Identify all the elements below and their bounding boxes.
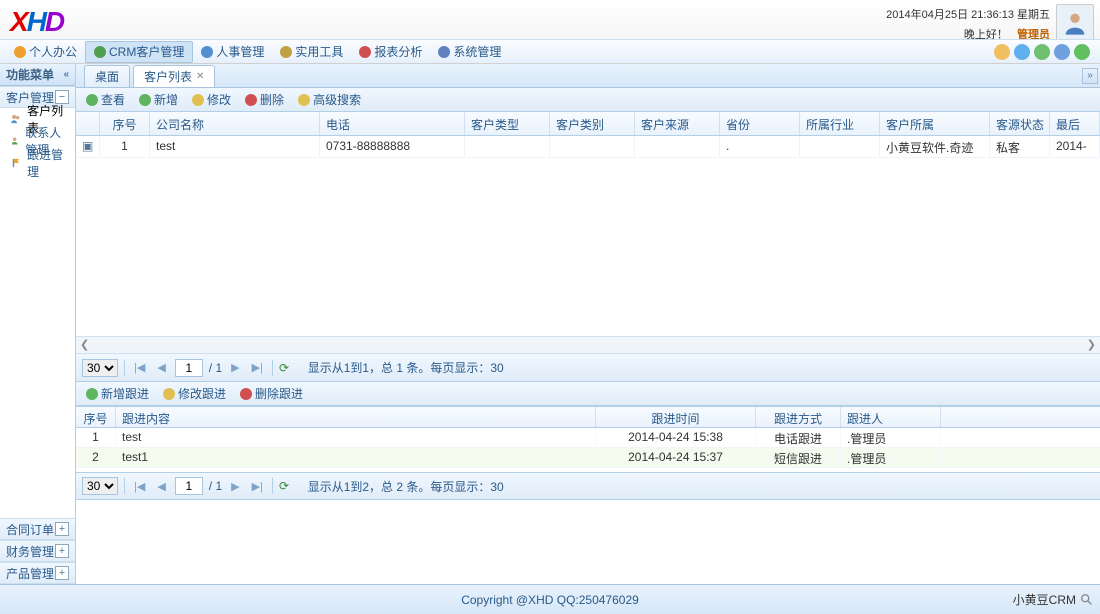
header-datetime: 2014年04月25日 21:36:13 星期五 [886,6,1050,22]
menu-hr[interactable]: 人事管理 [193,41,272,63]
next-page-button[interactable]: ▶ [228,480,242,493]
menubar: 个人办公 CRM客户管理 人事管理 实用工具 报表分析 系统管理 [0,39,1100,63]
accordion-finance[interactable]: 财务管理 + [0,540,75,562]
copyright: Copyright @XHD QQ:250476029 [461,593,639,607]
menu-report[interactable]: 报表分析 [351,41,430,63]
table-row[interactable]: 1 test 2014-04-24 15:38 电话跟进 .管理员 [76,428,1100,448]
accordion-contracts[interactable]: 合同订单 + [0,518,75,540]
plus-icon: + [55,544,69,558]
customer-grid: 序号 公司名称 电话 客户类型 客户类别 客户来源 省份 所属行业 客户所属 客… [76,112,1100,354]
add-button[interactable]: 新增 [133,89,184,110]
add-followup-button[interactable]: 新增跟进 [80,383,155,404]
pager-summary: 显示从1到1，总 1 条。每页显示：30 [308,359,504,376]
page-size-select[interactable]: 30 [82,477,118,495]
delete-followup-button[interactable]: 删除跟进 [234,383,309,404]
exit-icon[interactable] [1074,44,1090,60]
customer-grid-header: 序号 公司名称 电话 客户类型 客户类别 客户来源 省份 所属行业 客户所属 客… [76,112,1100,136]
plus-icon: + [55,522,69,536]
help-icon[interactable] [1034,44,1050,60]
expand-icon[interactable]: ▣ [76,136,100,157]
footer: Copyright @XHD QQ:250476029 小黄豆CRM [0,584,1100,614]
user-icon [10,134,19,148]
refresh-icon[interactable]: ⟳ [279,361,289,375]
accordion-products[interactable]: 产品管理 + [0,562,75,584]
prev-page-button[interactable]: ◀ [154,361,168,374]
next-page-button[interactable]: ▶ [228,361,242,374]
header-info: 2014年04月25日 21:36:13 星期五 晚上好！ 管理员 [886,6,1050,42]
followup-grid: 序号 跟进内容 跟进时间 跟进方式 跟进人 1 test 2014-04-24 … [76,406,1100,472]
menu-personal[interactable]: 个人办公 [6,41,85,63]
mail-icon[interactable] [1014,44,1030,60]
home-icon[interactable] [994,44,1010,60]
info-icon[interactable] [1054,44,1070,60]
scroll-right-icon[interactable]: ❯ [1087,338,1096,351]
close-icon[interactable]: ✕ [196,71,204,82]
delete-button[interactable]: 删除 [239,89,290,110]
search-icon[interactable] [1080,593,1094,607]
page-input[interactable] [175,359,203,377]
menu-system[interactable]: 系统管理 [430,41,509,63]
app-header: XHD 2014年04月25日 21:36:13 星期五 晚上好！ 管理员 个人… [0,0,1100,64]
avatar[interactable] [1056,4,1094,42]
view-button[interactable]: 查看 [80,89,131,110]
last-page-button[interactable]: ▶| [249,361,266,374]
content-area: 桌面 客户列表 ✕ » 查看 新增 修改 删除 高级搜索 序号 公司名称 电话 … [76,64,1100,584]
sidebar-item-followup[interactable]: 跟进管理 [0,152,75,174]
sidebar-collapse-icon[interactable]: « [63,69,69,80]
last-page-button[interactable]: ▶| [249,480,266,493]
menu-tools[interactable]: 实用工具 [272,41,351,63]
toolbar-followup: 新增跟进 修改跟进 删除跟进 [76,382,1100,406]
pager-summary: 显示从1到2，总 2 条。每页显示：30 [308,478,504,495]
prev-page-button[interactable]: ◀ [154,480,168,493]
flag-icon [10,156,21,170]
tab-desktop[interactable]: 桌面 [84,65,130,87]
table-row[interactable]: 2 test1 2014-04-24 15:37 短信跟进 .管理员 [76,448,1100,468]
page-input[interactable] [175,477,203,495]
users-icon [10,112,21,126]
status-text: 小黄豆CRM [1013,591,1076,608]
tabs: 桌面 客户列表 ✕ » [76,64,1100,88]
tab-customer-list[interactable]: 客户列表 ✕ [133,65,215,87]
sidebar-title: 功能菜单 « [0,64,75,86]
pager-followup: 30 |◀ ◀ / 1 ▶ ▶| ⟳ 显示从1到2，总 2 条。每页显示：30 [76,472,1100,500]
avatar-icon [1061,9,1089,37]
menubar-right-icons [994,44,1094,60]
page-size-select[interactable]: 30 [82,359,118,377]
edit-followup-button[interactable]: 修改跟进 [157,383,232,404]
scroll-left-icon[interactable]: ❮ [80,338,89,351]
pager-customers: 30 |◀ ◀ / 1 ▶ ▶| ⟳ 显示从1到1，总 1 条。每页显示：30 [76,354,1100,382]
sidebar: 功能菜单 « 客户管理 − 客户列表 联系人管理 跟进管理 合同订单 + [0,64,76,584]
plus-icon: + [55,566,69,580]
menu-crm[interactable]: CRM客户管理 [85,41,193,63]
logo: XHD [10,6,63,38]
toolbar-main: 查看 新增 修改 删除 高级搜索 [76,88,1100,112]
table-row[interactable]: ▣ 1 test 0731-88888888 . 小黄豆软件.奇迹 私客 201… [76,136,1100,158]
tabs-expand-icon[interactable]: » [1082,68,1098,84]
first-page-button[interactable]: |◀ [131,480,148,493]
refresh-icon[interactable]: ⟳ [279,479,289,493]
first-page-button[interactable]: |◀ [131,361,148,374]
advanced-search-button[interactable]: 高级搜索 [292,89,367,110]
edit-button[interactable]: 修改 [186,89,237,110]
horizontal-scrollbar[interactable]: ❮ ❯ [76,336,1100,354]
